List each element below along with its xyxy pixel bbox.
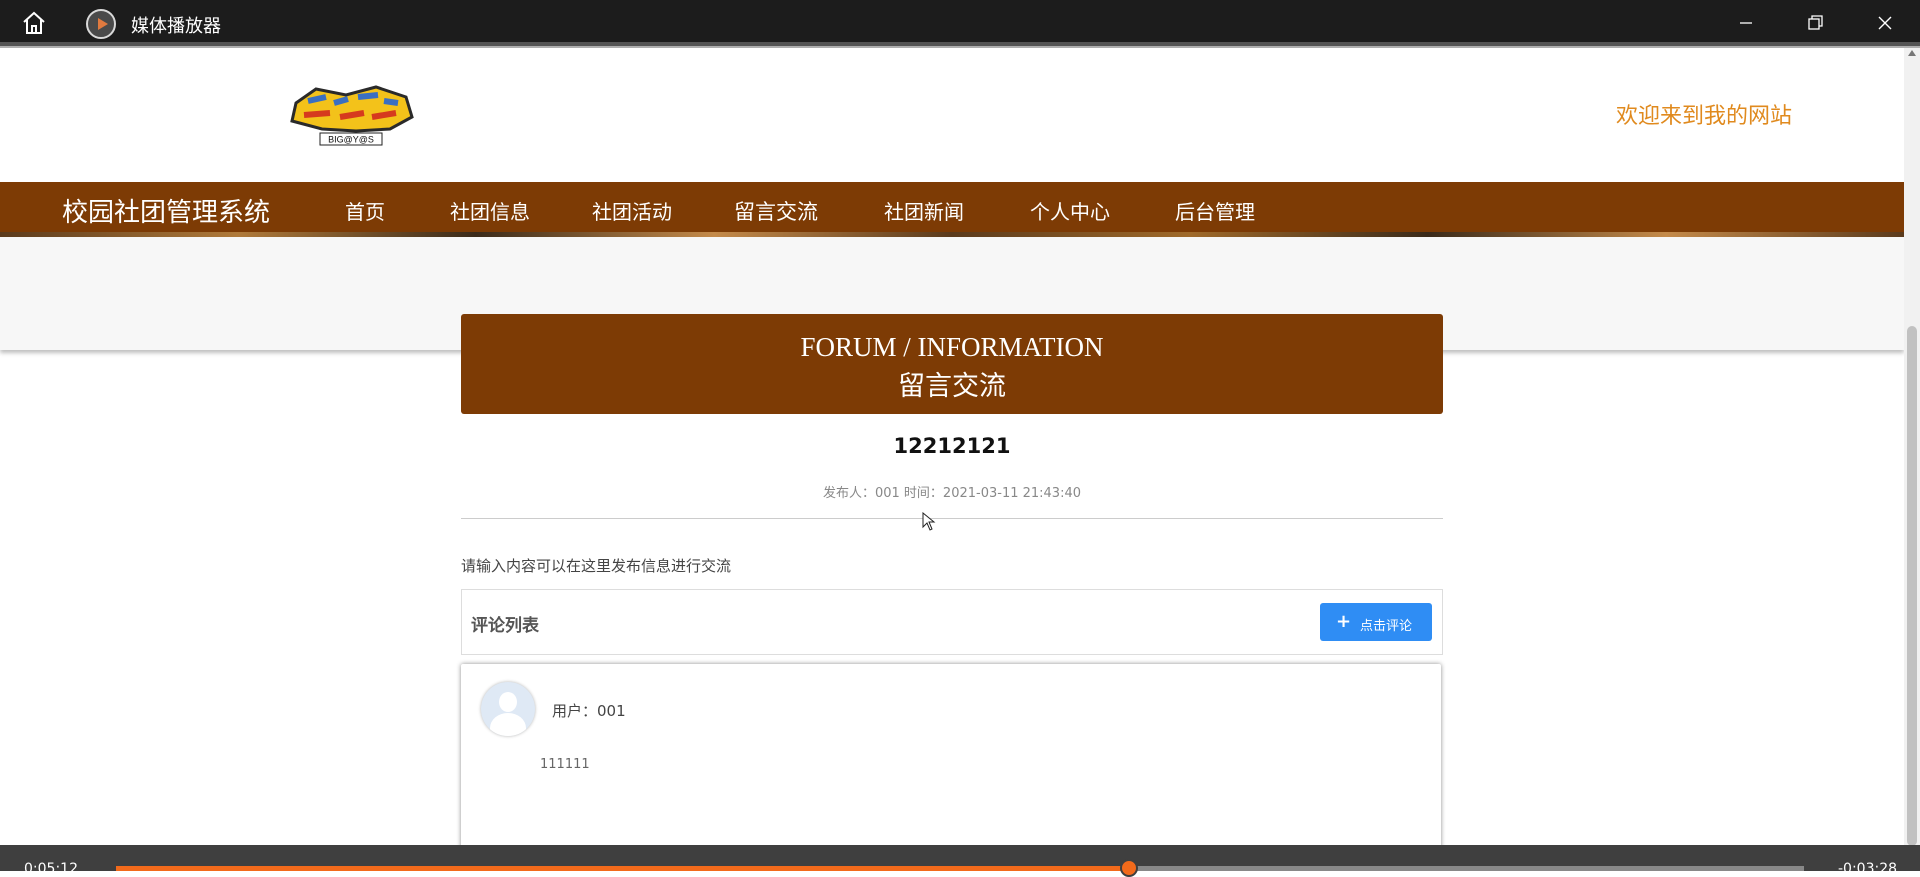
content-divider [461,518,1443,519]
scroll-up-arrow-icon[interactable] [1908,50,1916,56]
site-logo[interactable]: BIG@Y@S [286,83,416,147]
minimize-icon[interactable] [1726,8,1766,38]
comment-content: 111111 [540,757,590,772]
forum-heading: FORUM / INFORMATION 留言交流 [461,314,1443,414]
logo-text: BIG@Y@S [328,135,374,145]
mouse-cursor-icon [922,512,936,531]
seek-bar[interactable] [116,859,1804,877]
add-comment-button[interactable]: + 点击评论 [1320,603,1432,641]
welcome-text: 欢迎来到我的网站 [1616,104,1793,129]
nav-item-club-activities[interactable]: 社团活动 [592,196,672,225]
plus-icon: + [1336,611,1352,632]
comment-list-title: 评论列表 [471,616,539,636]
avatar [481,682,535,736]
post-meta: 发布人：001 时间：2021-03-11 21:43:40 [822,486,1081,501]
comment-list-header: 评论列表 + 点击评论 [461,589,1443,655]
nav-item-club-news[interactable]: 社团新闻 [884,196,964,225]
nav-item-personal-center[interactable]: 个人中心 [1030,196,1110,225]
nav-brand[interactable]: 校园社团管理系统 [62,192,270,229]
forum-heading-en: FORUM / INFORMATION [800,332,1104,362]
nav-item-home[interactable]: 首页 [345,196,385,225]
media-player-icon [86,9,116,39]
site-header: BIG@Y@S 欢迎来到我的网站 [0,48,1904,182]
seek-handle[interactable] [1119,859,1138,877]
post-title: 12212121 [893,434,1011,458]
main-nav: 校园社团管理系统 首页 社团信息 社团活动 留言交流 社团新闻 个人中心 后台管… [0,182,1904,232]
scroll-thumb[interactable] [1907,326,1917,846]
window-title: 媒体播放器 [131,16,221,37]
forum-heading-cn: 留言交流 [898,371,1006,402]
restore-icon[interactable] [1795,8,1835,38]
post-hint-text: 请输入内容可以在这里发布信息进行交流 [461,557,732,575]
home-icon[interactable] [20,9,48,37]
seek-bar-fill [116,866,1129,871]
remaining-time: -0:03:28 [1838,861,1898,877]
close-icon[interactable] [1865,8,1905,38]
player-control-bar: 0:05:12 -0:03:28 [0,845,1920,877]
nav-item-club-info[interactable]: 社团信息 [450,196,530,225]
avatar-body [490,713,526,736]
page-scrollbar[interactable] [1904,48,1920,846]
add-comment-label: 点击评论 [1360,619,1413,634]
banner-image-strip [0,232,1904,237]
nav-item-message-board[interactable]: 留言交流 [734,196,818,226]
elapsed-time: 0:05:12 [24,861,78,877]
window-titlebar: 媒体播放器 [0,0,1920,46]
comment-item: 用户：001 111111 [461,664,1441,864]
nav-item-admin[interactable]: 后台管理 [1175,196,1255,225]
avatar-head [499,692,517,712]
comment-user: 用户：001 [552,702,626,720]
